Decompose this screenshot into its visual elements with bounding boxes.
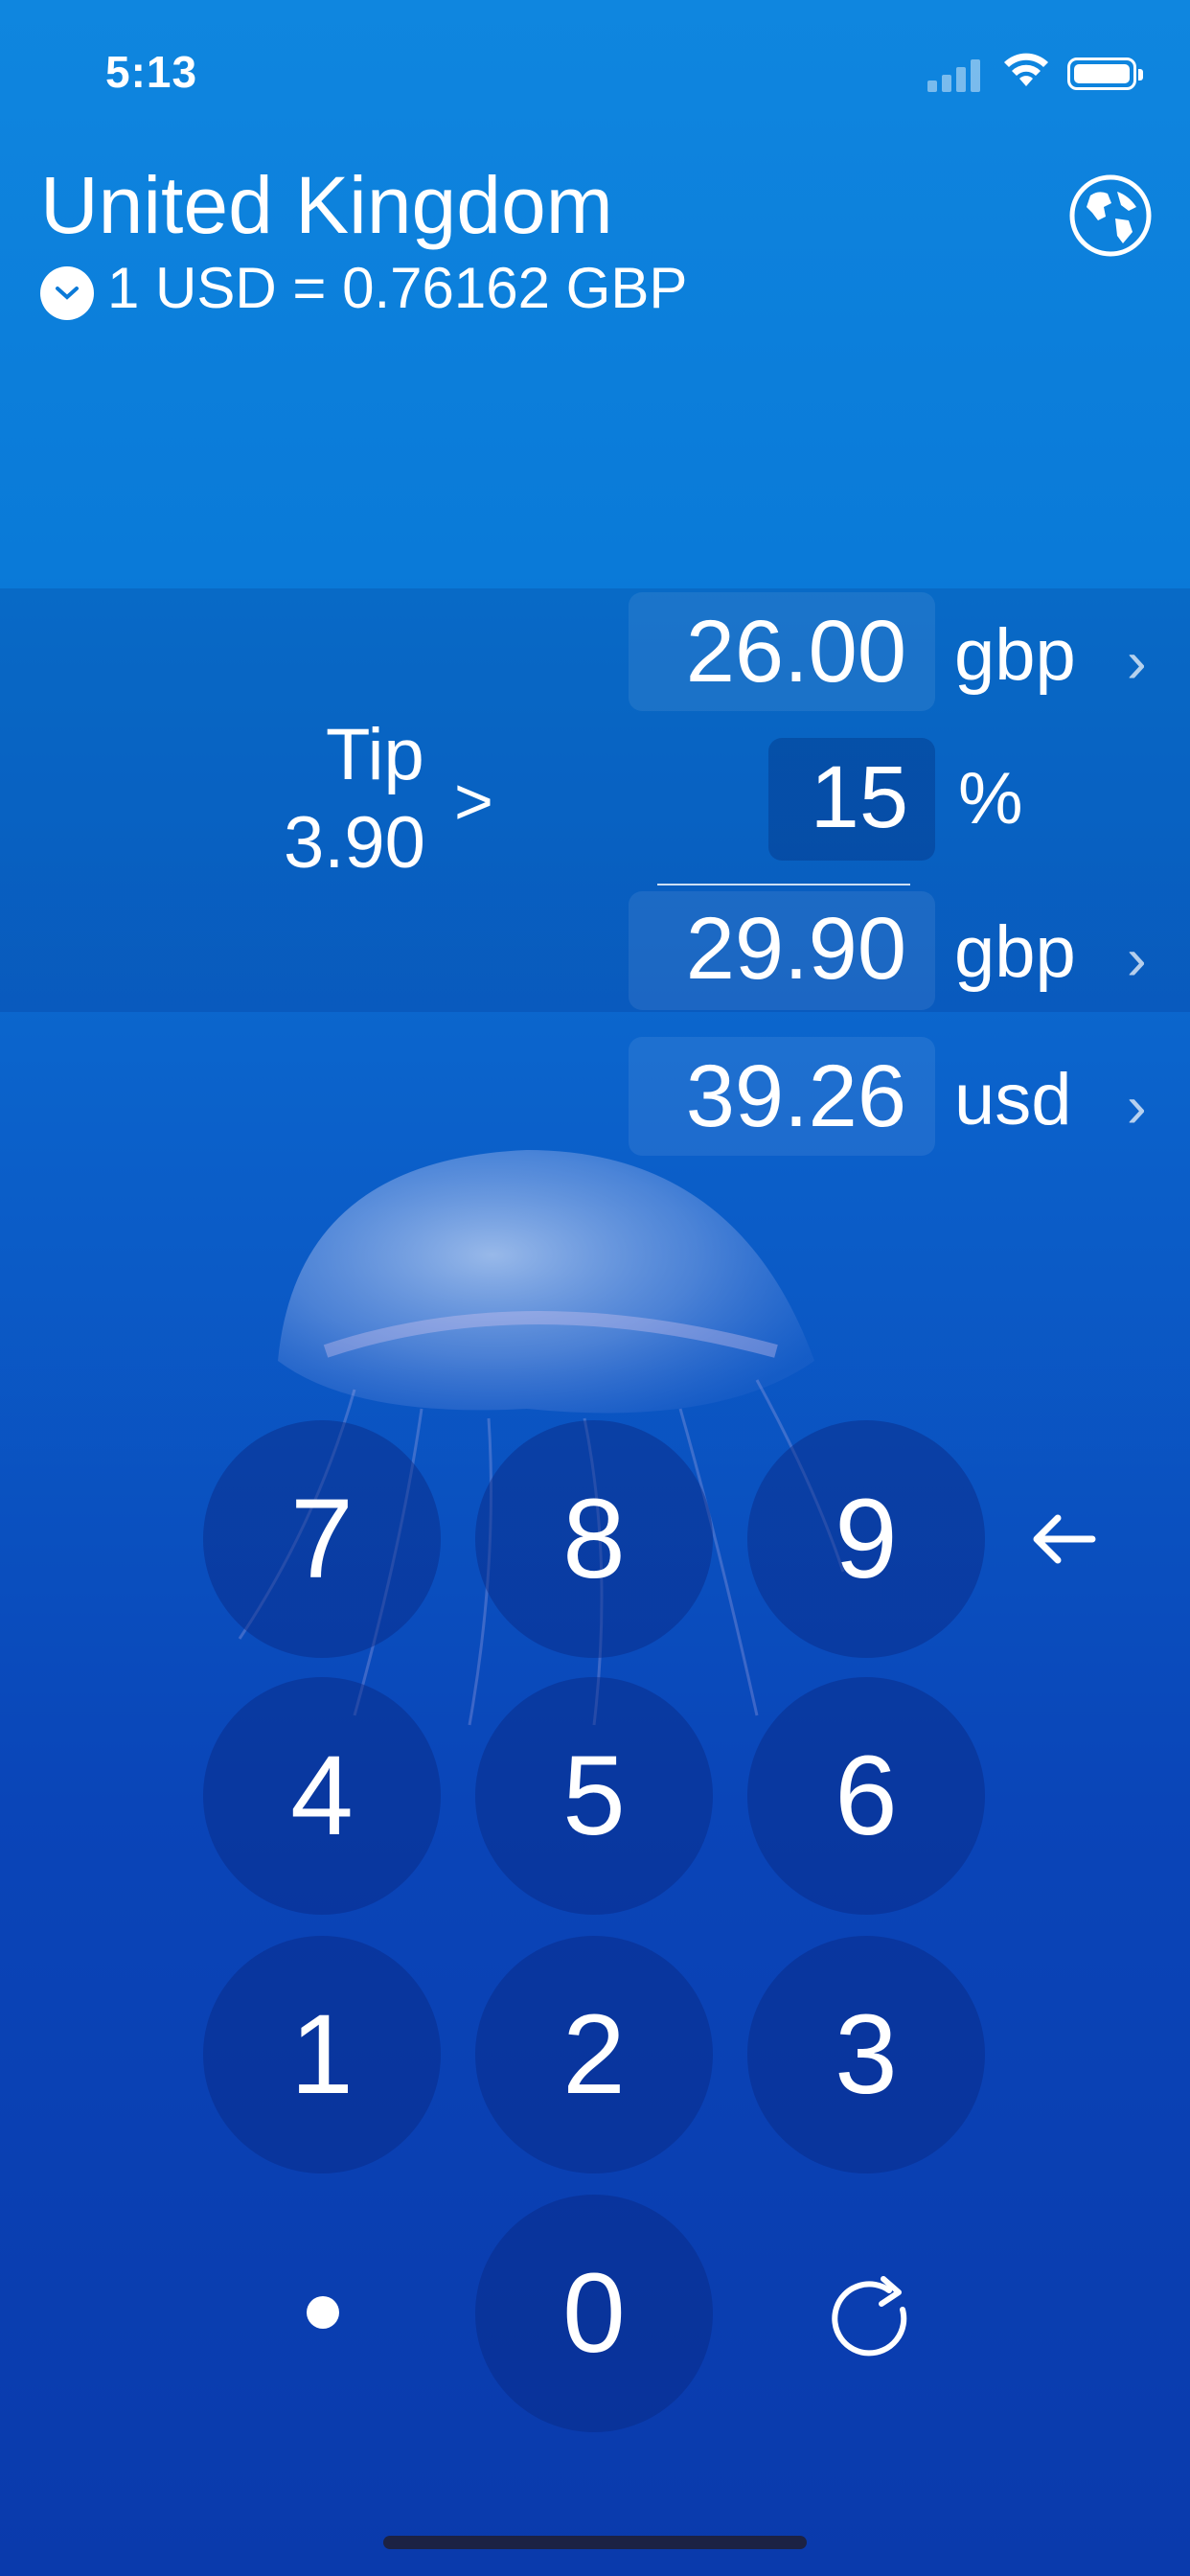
bill-currency[interactable]: gbp [954,613,1076,697]
arrow-left-icon[interactable] [1025,1501,1102,1577]
percent-symbol: % [958,758,1023,840]
chevron-down-circle-icon[interactable] [40,266,94,320]
total-currency[interactable]: gbp [954,910,1076,994]
key-2[interactable]: 2 [475,1936,713,2174]
key-3[interactable]: 3 [747,1936,985,2174]
total-currency-chevron-icon[interactable]: › [1127,926,1147,994]
cellular-signal-icon [927,58,987,92]
converted-amount: 39.26 [685,1047,906,1145]
key-8[interactable]: 8 [475,1420,713,1658]
bill-amount: 26.00 [685,603,906,701]
key-9[interactable]: 9 [747,1420,985,1658]
total-amount: 29.90 [685,900,906,998]
total-divider [657,884,910,886]
converted-currency[interactable]: usd [954,1058,1072,1141]
tip-percent: 15 [810,748,908,846]
key-4[interactable]: 4 [203,1677,441,1915]
key-5[interactable]: 5 [475,1677,713,1915]
home-indicator[interactable] [383,2536,807,2549]
exchange-rate-text[interactable]: 1 USD = 0.76162 GBP [107,255,687,321]
converted-currency-chevron-icon[interactable]: › [1127,1073,1147,1141]
battery-icon [1067,58,1143,90]
tip-arrow-icon[interactable]: > [454,763,493,840]
bill-currency-chevron-icon[interactable]: › [1127,629,1147,697]
key-1[interactable]: 1 [203,1936,441,2174]
tip-label: Tip [326,714,424,795]
key-0[interactable]: 0 [475,2195,713,2432]
status-time: 5:13 [105,47,198,97]
refresh-icon[interactable] [822,2269,922,2369]
globe-icon[interactable] [1069,174,1152,257]
dot-icon[interactable] [307,2296,339,2329]
key-6[interactable]: 6 [747,1677,985,1915]
tip-amount: 3.90 [284,802,425,884]
country-title: United Kingdom [40,160,613,250]
wifi-icon [1004,53,1048,86]
key-7[interactable]: 7 [203,1420,441,1658]
